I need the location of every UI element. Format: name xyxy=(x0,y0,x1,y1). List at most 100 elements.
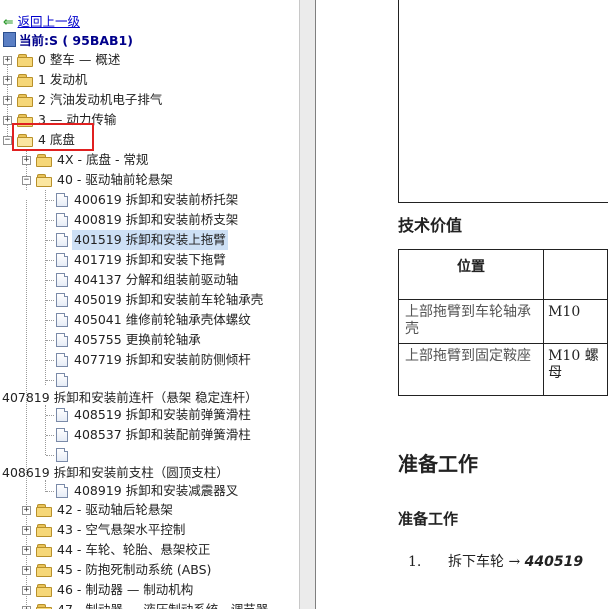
document-icon xyxy=(56,233,68,247)
document-icon xyxy=(56,293,68,307)
current-label: 当前:S ( 95BAB1) xyxy=(19,33,133,48)
prep-heading: 准备工作 xyxy=(398,452,478,476)
tree-item-label: 0 整车 — 概述 xyxy=(38,52,121,67)
folder-icon xyxy=(36,504,52,517)
table-row: 上部拖臂到固定鞍座 M10 螺母 xyxy=(397,343,608,396)
tree-item-label: 408619 拆卸和安装前支柱（圆顶支柱） xyxy=(2,465,229,480)
tree-doc-401719[interactable]: 401719 拆卸和安装下拖臂 xyxy=(0,250,299,270)
collapse-minus-icon[interactable]: − xyxy=(3,136,12,145)
expand-plus-icon[interactable]: + xyxy=(3,76,12,85)
tree-item-label: 408919 拆卸和安装减震器叉 xyxy=(74,483,239,498)
folder-icon xyxy=(17,74,33,87)
document-icon xyxy=(56,353,68,367)
document-pane: 技术价值 位置 上部拖臂到车轮轴承壳 M10 上部拖臂到固定鞍座 M10 螺母 … xyxy=(316,0,608,609)
tree-doc-401519-selected[interactable]: 401519 拆卸和安装上拖臂 xyxy=(0,230,299,250)
collapse-minus-icon[interactable]: − xyxy=(22,176,31,185)
tree-item-label: 40 - 驱动轴前轮悬架 xyxy=(57,172,173,187)
tree-doc-empty-2[interactable] xyxy=(0,445,299,465)
tree-item-label: 42 - 驱动轴后轮悬架 xyxy=(57,502,173,517)
tree-item-4x[interactable]: + 4X - 底盘 - 常规 xyxy=(0,150,299,170)
table-cell: 上部拖臂到固定鞍座 xyxy=(397,343,545,396)
tree-item-label: 405019 拆卸和安装前车轮轴承壳 xyxy=(74,292,264,307)
tree-doc-400819[interactable]: 400819 拆卸和安装前桥支架 xyxy=(0,210,299,230)
tree-item-label: 400819 拆卸和安装前桥支架 xyxy=(74,212,239,227)
tree-item-label: 405755 更换前轮轴承 xyxy=(74,332,201,347)
illustration-frame xyxy=(398,0,608,203)
folder-icon xyxy=(36,154,52,167)
expand-plus-icon[interactable]: + xyxy=(3,116,12,125)
tree-doc-408619[interactable]: 408619 拆卸和安装前支柱（圆顶支柱） xyxy=(0,463,299,483)
tree-item-46[interactable]: + 46 - 制动器 — 制动机构 xyxy=(0,580,299,600)
tree-doc-408519[interactable]: 408519 拆卸和安装前弹簧滑柱 xyxy=(0,405,299,425)
tree-item-label: 405041 维修前轮轴承壳体螺纹 xyxy=(74,312,251,327)
table-cell: 上部拖臂到车轮轴承壳 xyxy=(397,299,545,344)
expand-plus-icon[interactable]: + xyxy=(22,526,31,535)
expand-plus-icon[interactable]: + xyxy=(3,96,12,105)
tree-item-44[interactable]: + 44 - 车轮、轮胎、悬架校正 xyxy=(0,540,299,560)
tree-doc-empty-1[interactable] xyxy=(0,370,299,390)
table-row: 上部拖臂到车轮轴承壳 M10 xyxy=(397,299,608,344)
book-icon xyxy=(3,32,16,47)
tree-item-label: 4X - 底盘 - 常规 xyxy=(57,152,149,167)
tree-item-label: 46 - 制动器 — 制动机构 xyxy=(57,582,194,597)
document-icon xyxy=(56,373,68,387)
tree-item-label: 1 发动机 xyxy=(38,72,88,87)
tree-item-label: 401519 拆卸和安装上拖臂 xyxy=(72,230,228,250)
step-reference-link[interactable]: 440519 xyxy=(525,554,583,570)
expand-plus-icon[interactable]: + xyxy=(22,506,31,515)
tree-item-2[interactable]: + 2 汽油发动机电子排气 xyxy=(0,90,299,110)
document-icon xyxy=(56,253,68,267)
document-icon xyxy=(56,273,68,287)
current-location: 当前:S ( 95BAB1) xyxy=(3,31,133,51)
tree-doc-405755[interactable]: 405755 更换前轮轴承 xyxy=(0,330,299,350)
table-header-cell: 位置 xyxy=(397,249,545,300)
tree-item-42[interactable]: + 42 - 驱动轴后轮悬架 xyxy=(0,500,299,520)
expand-plus-icon[interactable]: + xyxy=(22,546,31,555)
back-link-row[interactable]: ⇐ 返回上一级 xyxy=(3,12,80,32)
folder-icon xyxy=(17,94,33,107)
expand-plus-icon[interactable]: + xyxy=(22,156,31,165)
folder-icon xyxy=(36,544,52,557)
red-highlight-box xyxy=(12,123,94,151)
tree-doc-400619[interactable]: 400619 拆卸和安装前桥托架 xyxy=(0,190,299,210)
table-header-row: 位置 xyxy=(397,249,608,300)
tree-item-43[interactable]: + 43 - 空气悬架水平控制 xyxy=(0,520,299,540)
document-icon xyxy=(56,428,68,442)
folder-icon xyxy=(36,524,52,537)
expand-plus-icon[interactable]: + xyxy=(3,56,12,65)
tree-doc-408919[interactable]: 408919 拆卸和安装减震器叉 xyxy=(0,481,299,501)
tree-item-40[interactable]: − 40 - 驱动轴前轮悬架 xyxy=(0,170,299,190)
table-cell: M10 螺母 xyxy=(543,343,608,396)
tree-item-label: 408537 拆卸和装配前弹簧滑柱 xyxy=(74,427,251,442)
table-cell: M10 xyxy=(543,299,608,344)
pane-splitter[interactable] xyxy=(299,0,316,609)
tree-item-label: 407719 拆卸和安装前防侧倾杆 xyxy=(74,352,251,367)
document-icon xyxy=(56,408,68,422)
tree-doc-405041[interactable]: 405041 维修前轮轴承壳体螺纹 xyxy=(0,310,299,330)
navigation-tree-pane: ⇐ 返回上一级 当前:S ( 95BAB1) + 0 整车 — 概述 + 1 发… xyxy=(0,0,299,609)
spec-table: 位置 上部拖臂到车轮轴承壳 M10 上部拖臂到固定鞍座 M10 螺母 xyxy=(397,249,608,396)
tree-item-47[interactable]: + 47 - 制动器 — 液压制动系统、调节器 xyxy=(0,600,299,609)
table-header-cell xyxy=(543,249,608,300)
back-link[interactable]: 返回上一级 xyxy=(17,14,80,29)
tree-item-label: 45 - 防抱死制动系统 (ABS) xyxy=(57,562,212,577)
tree-item-label: 401719 拆卸和安装下拖臂 xyxy=(74,252,226,267)
tree-item-0[interactable]: + 0 整车 — 概述 xyxy=(0,50,299,70)
tree-item-label: 404137 分解和组装前驱动轴 xyxy=(74,272,239,287)
tree-item-label: 2 汽油发动机电子排气 xyxy=(38,92,163,107)
expand-plus-icon[interactable]: + xyxy=(22,586,31,595)
tree-item-label: 43 - 空气悬架水平控制 xyxy=(57,522,186,537)
tree-doc-405019[interactable]: 405019 拆卸和安装前车轮轴承壳 xyxy=(0,290,299,310)
tree-item-1[interactable]: + 1 发动机 xyxy=(0,70,299,90)
step-item: 1. 拆下车轮 → 440519 xyxy=(408,551,583,571)
step-number: 1. xyxy=(408,554,422,570)
document-icon xyxy=(56,213,68,227)
open-folder-icon xyxy=(36,174,52,187)
folder-icon xyxy=(36,584,52,597)
tree-doc-408537[interactable]: 408537 拆卸和装配前弹簧滑柱 xyxy=(0,425,299,445)
tree-doc-404137[interactable]: 404137 分解和组装前驱动轴 xyxy=(0,270,299,290)
document-icon xyxy=(56,313,68,327)
tree-doc-407719[interactable]: 407719 拆卸和安装前防侧倾杆 xyxy=(0,350,299,370)
expand-plus-icon[interactable]: + xyxy=(22,566,31,575)
tree-item-45[interactable]: + 45 - 防抱死制动系统 (ABS) xyxy=(0,560,299,580)
